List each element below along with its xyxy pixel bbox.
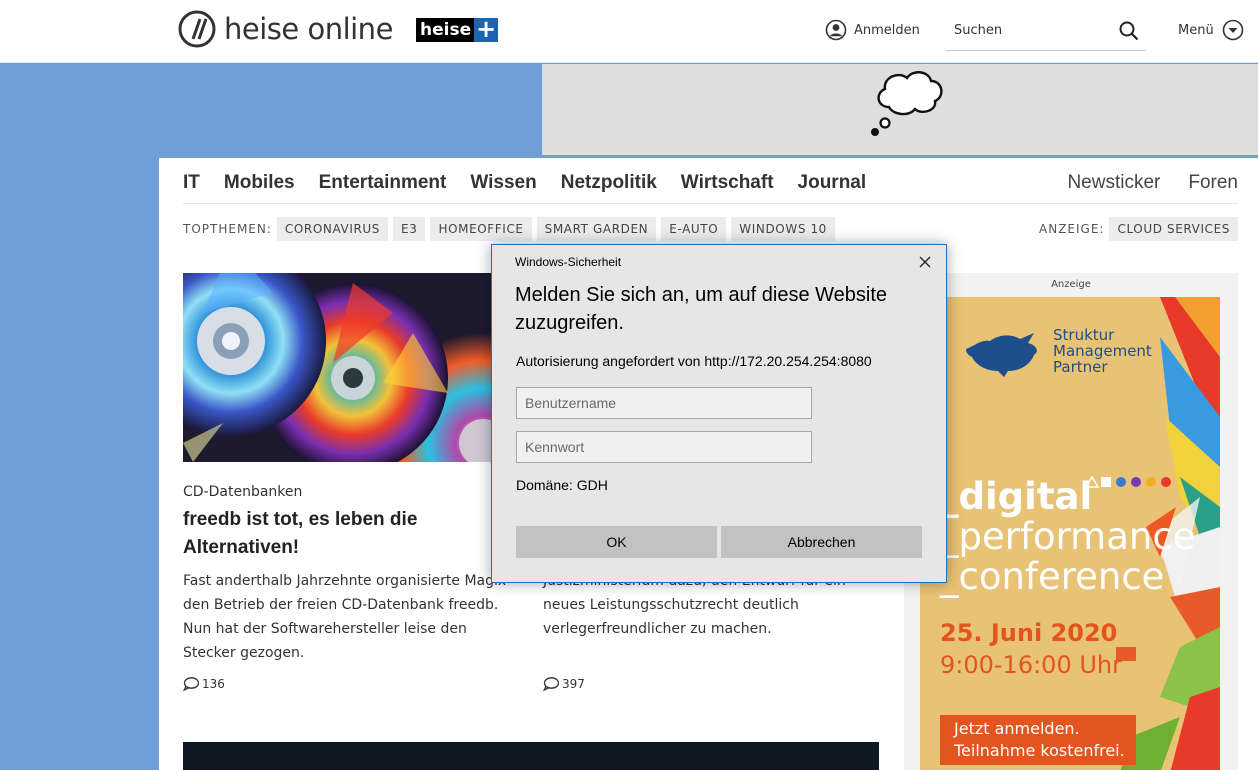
chevron-down-circle-icon — [1222, 19, 1244, 41]
nav-item-wissen[interactable]: Wissen — [470, 172, 536, 194]
comment-count: 136 — [202, 677, 225, 691]
cancel-button[interactable]: Abbrechen — [721, 526, 922, 558]
search-icon[interactable] — [1118, 20, 1140, 42]
heise-logo-icon — [178, 10, 216, 48]
menu-button[interactable]: Menü — [1178, 19, 1244, 41]
site-header: heise online heise + Anmelden Menü — [0, 0, 1258, 63]
user-icon — [825, 19, 847, 41]
ad-line-digital: _digital — [940, 475, 1093, 518]
secondary-nav: Newsticker Foren — [1039, 172, 1238, 194]
top-topics-label: TOPTHEMEN: — [183, 222, 272, 236]
comment-count: 397 — [562, 677, 585, 691]
comment-icon — [543, 677, 559, 691]
close-icon[interactable] — [914, 251, 936, 273]
main-nav: IT Mobiles Entertainment Wissen Netzpoli… — [183, 172, 890, 194]
nav-item-journal[interactable]: Journal — [798, 172, 867, 194]
dialog-domain: Domäne: GDH — [516, 477, 608, 493]
article-image-bottom[interactable] — [183, 742, 879, 770]
search-box — [946, 12, 1146, 51]
plus-icon: + — [474, 15, 499, 43]
thought-bubble-icon — [871, 71, 943, 136]
article-teaser: Fast anderthalb Jahrzehnte organisierte … — [183, 573, 507, 661]
topic-tag-e3[interactable]: E3 — [393, 217, 426, 241]
ad-line-performance: _performance — [940, 515, 1196, 558]
topic-tag-e-auto[interactable]: E-AUTO — [661, 217, 727, 241]
ad-topics-label: ANZEIGE: — [1039, 222, 1105, 236]
banner-ad[interactable] — [542, 64, 1258, 155]
ok-button[interactable]: OK — [516, 526, 717, 558]
topic-tag-homeoffice[interactable]: HOMEOFFICE — [430, 217, 532, 241]
top-topics: TOPTHEMEN: CORONAVIRUS E3 HOMEOFFICE SMA… — [183, 217, 840, 241]
password-field[interactable] — [516, 431, 812, 463]
ad-label: Anzeige — [1051, 279, 1091, 290]
ad-time: 9:00-16:00 Uhr — [940, 651, 1122, 679]
nav-item-netzpolitik[interactable]: Netzpolitik — [561, 172, 657, 194]
menu-label: Menü — [1178, 22, 1214, 38]
nav-item-it[interactable]: IT — [183, 172, 200, 194]
ad-date: 25. Juni 2020 — [940, 619, 1118, 647]
login-label: Anmelden — [854, 22, 920, 38]
dialog-heading: Melden Sie sich an, um auf diese Website… — [515, 284, 888, 334]
nav-item-entertainment[interactable]: Entertainment — [319, 172, 447, 194]
ad-creative[interactable]: Struktur Management Partner _digital _pe… — [920, 297, 1220, 770]
search-input[interactable] — [946, 12, 1116, 48]
heiseplus-text: heise — [416, 18, 475, 42]
article-comments-2[interactable]: 397 — [543, 677, 585, 691]
ad-small-shapes — [1084, 475, 1171, 488]
ad-company-name: Struktur Management Partner — [1053, 326, 1152, 376]
nav-item-mobiles[interactable]: Mobiles — [224, 172, 295, 194]
nav-divider — [183, 203, 1238, 204]
username-field[interactable] — [516, 387, 812, 419]
ad-cta-button[interactable]: Jetzt anmelden. Teilnahme kostenfrei. — [940, 715, 1136, 765]
dialog-auth-text: Autorisierung angefordert von http://172… — [516, 353, 872, 369]
dialog-title: Windows-Sicherheit — [515, 255, 622, 269]
windows-security-dialog: Windows-Sicherheit Melden Sie sich an, u… — [491, 244, 947, 583]
sidebar-ad: Anzeige Struktur Management Partner _dig… — [904, 273, 1238, 770]
heiseplus-logo[interactable]: heise + — [416, 15, 499, 43]
ad-line-conference: _conference — [940, 555, 1165, 598]
article-image-cds[interactable] — [183, 273, 518, 462]
article-kicker: CD-Datenbanken — [183, 484, 303, 500]
login-link[interactable]: Anmelden — [825, 19, 920, 41]
article-comments[interactable]: 136 — [183, 677, 225, 691]
ad-tag-cloud-services[interactable]: CLOUD SERVICES — [1109, 217, 1238, 241]
topic-tag-smart-garden[interactable]: SMART GARDEN — [536, 217, 657, 241]
topic-tag-coronavirus[interactable]: CORONAVIRUS — [276, 217, 389, 241]
comment-icon — [183, 677, 199, 691]
ad-topics: ANZEIGE: CLOUD SERVICES — [1039, 217, 1238, 241]
topic-tag-windows-10[interactable]: WINDOWS 10 — [731, 217, 835, 241]
heise-logo[interactable]: heise online — [178, 10, 393, 48]
nav-item-wirtschaft[interactable]: Wirtschaft — [681, 172, 774, 194]
cd-discs-image — [183, 273, 518, 462]
nav-item-newsticker[interactable]: Newsticker — [1067, 172, 1160, 194]
nav-item-foren[interactable]: Foren — [1188, 172, 1238, 194]
lion-logo-icon — [966, 333, 1037, 377]
article-headline[interactable]: freedb ist tot, es leben die Alternative… — [183, 506, 513, 562]
logo-text: heise online — [224, 12, 393, 46]
